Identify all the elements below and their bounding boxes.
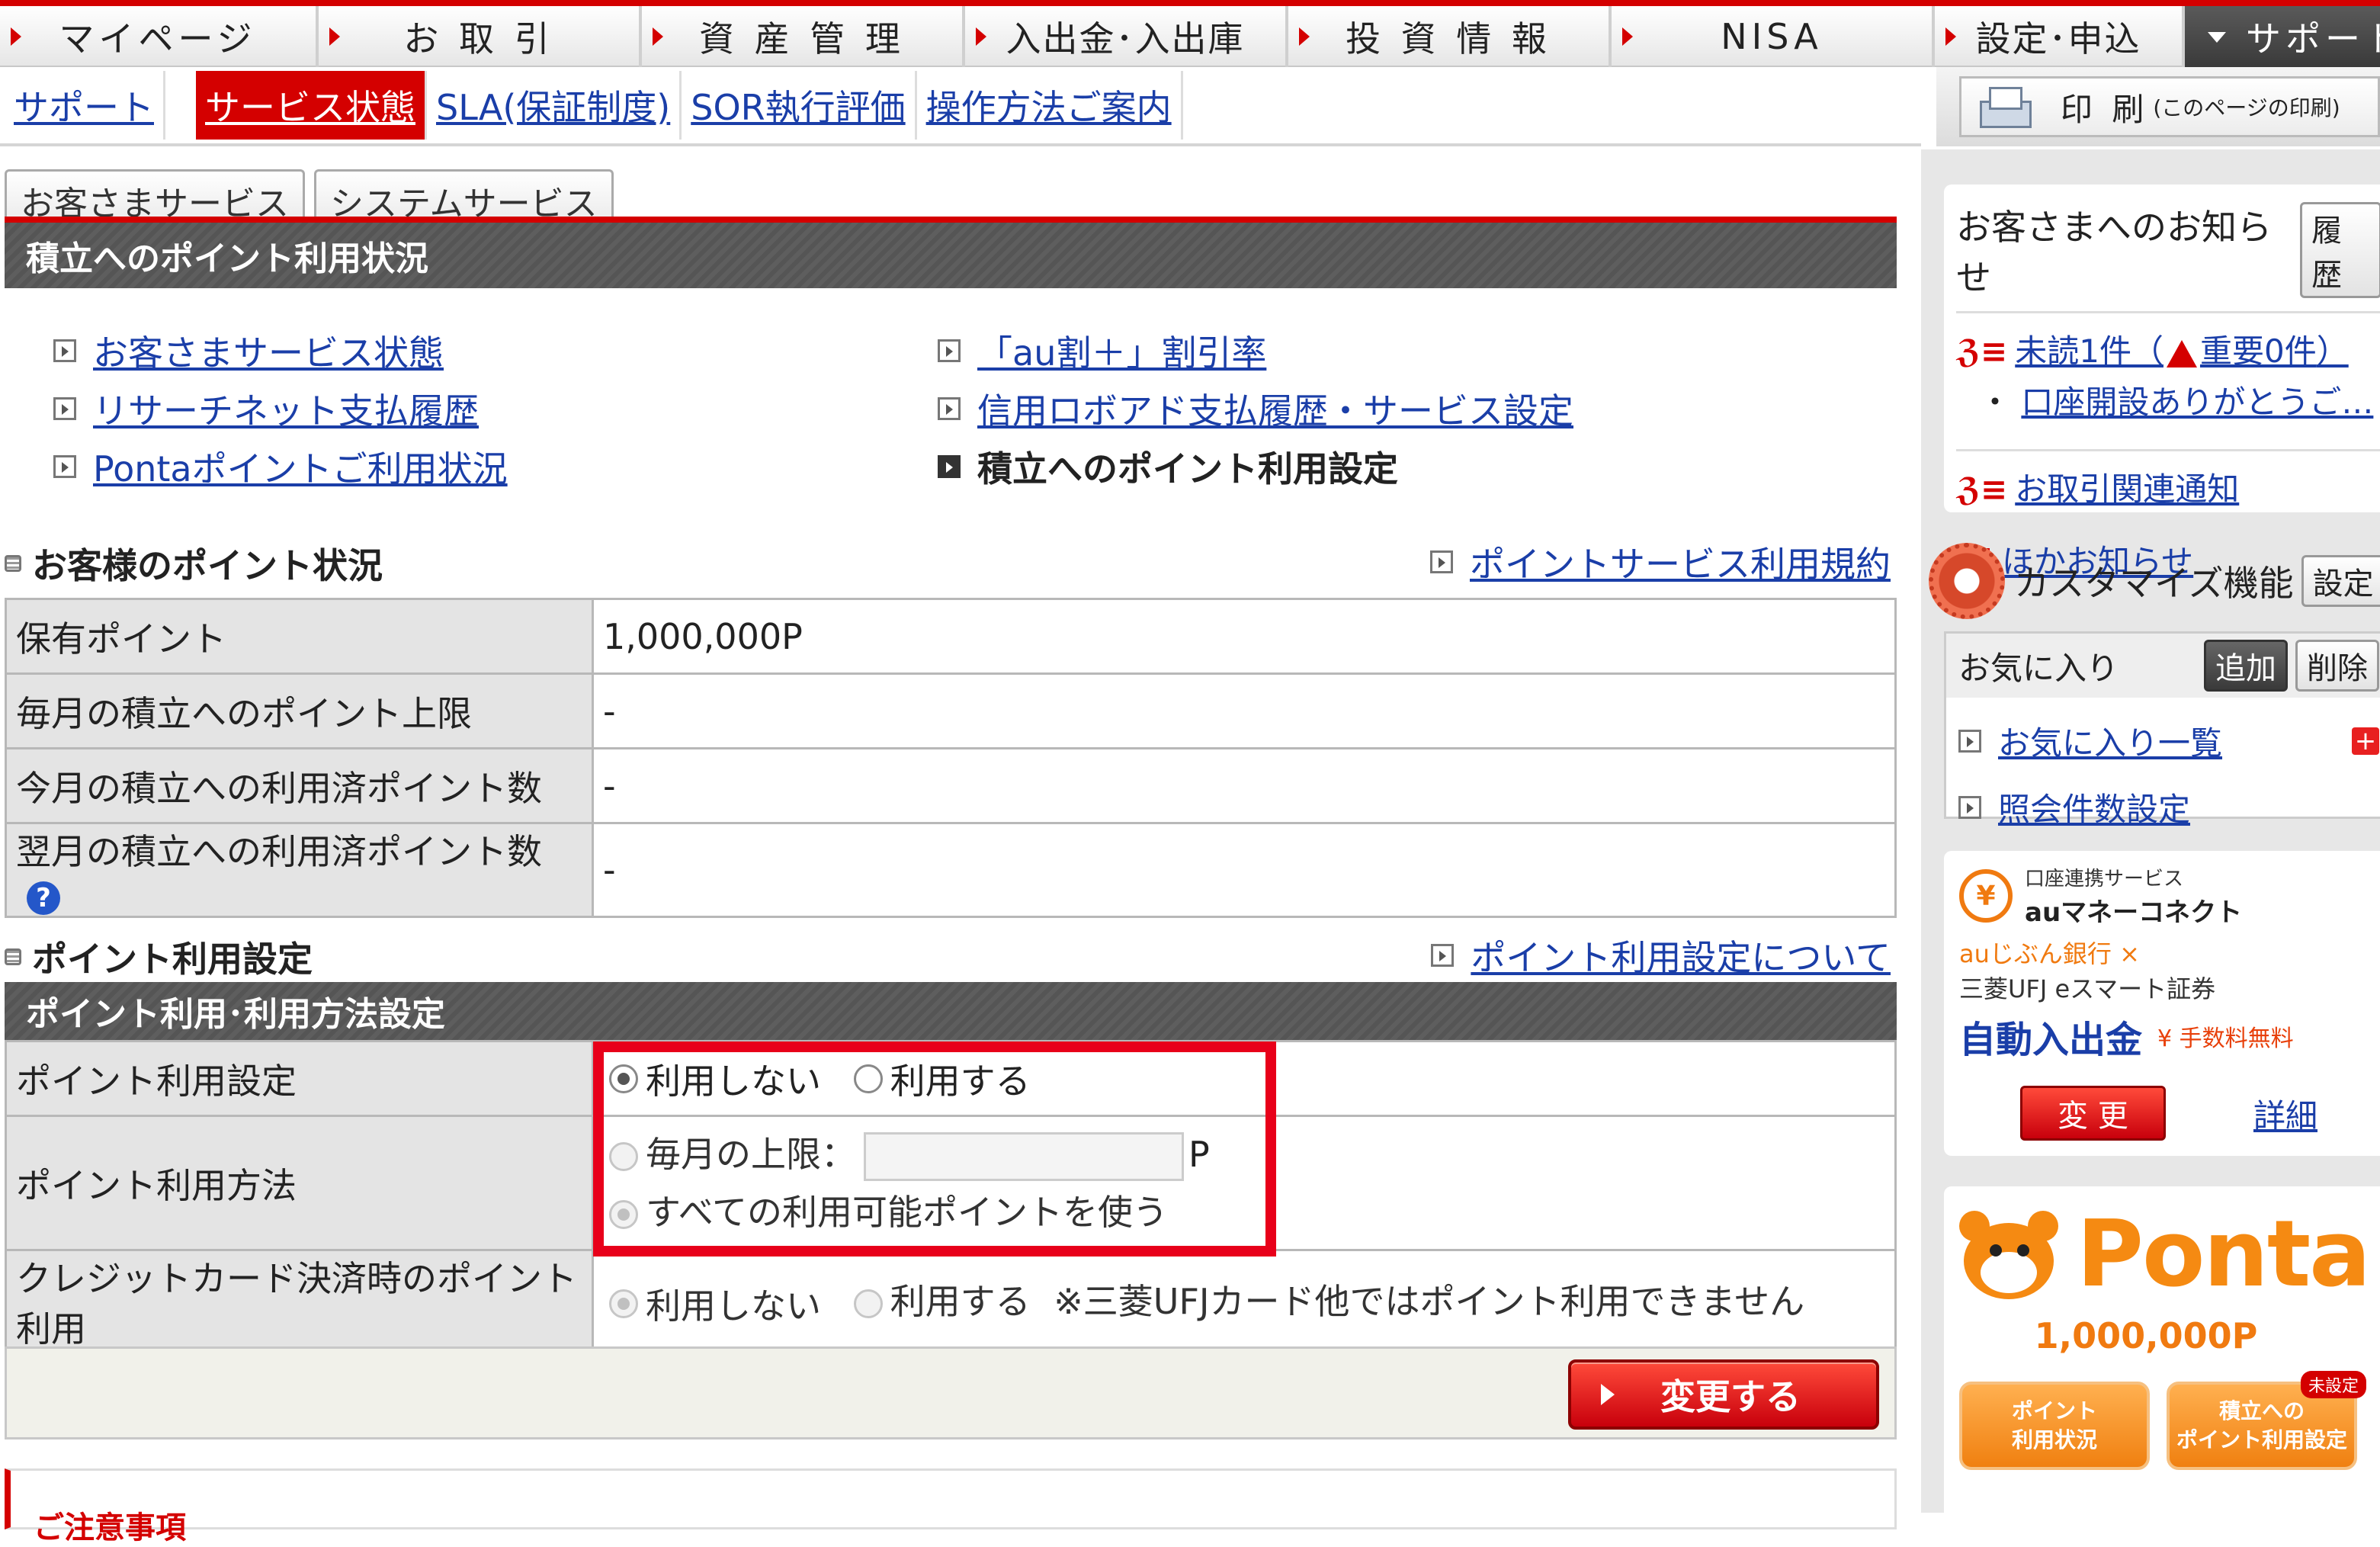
link-customer-service-status[interactable]: お客さまサービス状態 bbox=[53, 322, 508, 380]
table-row: 毎月の積立へのポイント上限 - bbox=[5, 672, 1897, 749]
subnav-support[interactable]: サポート bbox=[5, 71, 165, 140]
print-button[interactable]: 印 刷 (このページの印刷) bbox=[1959, 76, 2380, 137]
link-research-net-history[interactable]: リサーチネット支払履歴 bbox=[53, 380, 508, 438]
arrow-box-icon bbox=[938, 339, 961, 362]
nav-tab-nisa[interactable]: NISA bbox=[1612, 6, 1935, 67]
table-row: 翌月の積立への利用済ポイント数? - bbox=[5, 822, 1897, 918]
arrow-box-icon bbox=[1958, 795, 1981, 819]
highlight-box bbox=[593, 1041, 1276, 1257]
points-status-table: 保有ポイント 1,000,000P 毎月の積立へのポイント上限 - 今月の積立への利… bbox=[5, 598, 1897, 918]
history-button[interactable]: 履歴 bbox=[2300, 202, 2380, 298]
page-title: 積立へのポイント利用状況 bbox=[5, 223, 1897, 288]
chevron-down-icon bbox=[2208, 32, 2226, 43]
printer-icon bbox=[1977, 85, 2032, 128]
warning-icon bbox=[2166, 339, 2197, 367]
notice-card: お客さまへのお知らせ 履歴 ℨ≡ 未読1件（ 重要0件） ・ 口座開設ありがとうご… … bbox=[1944, 185, 2380, 580]
arrow-box-icon bbox=[53, 339, 76, 362]
info-icon: ℨ≡ bbox=[1956, 470, 2008, 508]
submit-row: 変更する bbox=[5, 1346, 1897, 1439]
nav-tab-settings[interactable]: 設定･申込 bbox=[1935, 6, 2185, 67]
divider bbox=[5, 217, 1897, 223]
customize-setting-button[interactable]: 設定 bbox=[2301, 555, 2380, 607]
ponta-points: 1,000,000P bbox=[2034, 1315, 2258, 1356]
info-icon: ℨ≡ bbox=[1956, 332, 2008, 370]
arrow-icon bbox=[653, 27, 663, 46]
arrow-box-icon bbox=[1431, 944, 1455, 967]
about-setting-link[interactable]: ポイント利用設定について bbox=[1431, 930, 1891, 981]
link-ponta-usage[interactable]: Pontaポイントご利用状況 bbox=[53, 438, 508, 496]
related-links-left: お客さまサービス状態 リサーチネット支払履歴 Pontaポイントご利用状況 bbox=[53, 322, 508, 496]
nav-tab-support[interactable]: サポート bbox=[2185, 6, 2380, 67]
arrow-box-icon bbox=[53, 397, 76, 420]
nav-tab-mypage[interactable]: マイページ bbox=[0, 6, 319, 67]
arrow-icon bbox=[1299, 27, 1310, 46]
arrow-icon bbox=[1945, 27, 1956, 46]
au-money-connect-card: ¥ 口座連携サービス auマネーコネクト auじぶん銀行 × 三菱UFJ eスマ… bbox=[1944, 851, 2380, 1156]
link-point-setting-current: 積立へのポイント利用設定 bbox=[938, 438, 1573, 496]
subnav-sor[interactable]: SOR執行評価 bbox=[682, 71, 917, 140]
bullet-icon bbox=[5, 948, 21, 965]
arrow-box-icon bbox=[938, 455, 961, 478]
fee-badge: ¥ 手数料無料 bbox=[2157, 1025, 2294, 1052]
related-links-right: 「au割＋」割引率 信用ロボアド支払履歴・サービス設定 積立へのポイント利用設定 bbox=[938, 322, 1573, 496]
point-setting-heading: ポイント利用設定 bbox=[5, 932, 313, 982]
trade-notice-link[interactable]: ℨ≡ お取引関連通知 bbox=[1956, 449, 2380, 510]
ponta-mascot-icon bbox=[1959, 1209, 2058, 1301]
notice-box: ご注意事項 bbox=[5, 1468, 1897, 1545]
latest-notice-link[interactable]: ・ 口座開設ありがとうご… bbox=[1979, 377, 2380, 423]
arrow-icon bbox=[976, 27, 986, 46]
change-button[interactable]: 変 更 bbox=[2020, 1086, 2166, 1141]
subnav-guide[interactable]: 操作方法ご案内 bbox=[917, 71, 1183, 140]
terms-link[interactable]: ポイントサービス利用規約 bbox=[1430, 537, 1891, 587]
unread-link[interactable]: ℨ≡ 未読1件（ 重要0件） bbox=[1956, 326, 2380, 372]
points-status-heading: お客様のポイント状況 bbox=[5, 538, 383, 589]
unset-badge: 未設定 bbox=[2301, 1371, 2367, 1398]
subnav-sla[interactable]: SLA(保証制度) bbox=[427, 71, 682, 140]
sub-nav: サポート サービス状態 SLA(保証制度) SOR執行評価 操作方法ご案内 bbox=[0, 67, 1921, 146]
link-robo-advisor[interactable]: 信用ロボアド支払履歴・サービス設定 bbox=[938, 380, 1573, 438]
nav-tab-deposit[interactable]: 入出金･入出庫 bbox=[965, 6, 1288, 67]
nav-tab-trade[interactable]: お 取 引 bbox=[319, 6, 642, 67]
print-bar: 印 刷 (このページの印刷) bbox=[1936, 67, 2380, 146]
delete-favorite-button[interactable]: 削除 bbox=[2295, 640, 2379, 692]
table-row: クレジットカード決済時のポイント利用 利用しない 利用する ※三菱UFJカード他… bbox=[5, 1249, 1897, 1354]
gear-icon bbox=[1929, 543, 2005, 619]
ponta-usage-button[interactable]: ポイント 利用状況 bbox=[1959, 1382, 2150, 1470]
settings-bar: ポイント利用･利用方法設定 bbox=[5, 982, 1897, 1040]
ponta-card: Ponta 1,000,000P ポイント 利用状況 積立への ポイント利用設定 未… bbox=[1944, 1186, 2380, 1522]
arrow-icon bbox=[329, 27, 340, 46]
submit-button[interactable]: 変更する bbox=[1568, 1359, 1879, 1430]
ponta-logo: Ponta bbox=[2077, 1202, 2371, 1308]
bullet-icon bbox=[5, 555, 21, 572]
arrow-box-icon bbox=[53, 455, 76, 478]
arrow-icon bbox=[11, 27, 21, 46]
table-row: 今月の積立への利用済ポイント数 - bbox=[5, 747, 1897, 824]
play-icon bbox=[1601, 1384, 1615, 1405]
count-setting-link[interactable]: 照会件数設定 bbox=[1958, 784, 2379, 830]
plus-icon[interactable]: + bbox=[2352, 726, 2379, 756]
right-sidebar: お客さまへのお知らせ 履歴 ℨ≡ 未読1件（ 重要0件） ・ 口座開設ありがとうご… … bbox=[1921, 149, 2380, 1522]
nav-tab-assets[interactable]: 資 産 管 理 bbox=[642, 6, 965, 67]
yen-cycle-icon: ¥ bbox=[1959, 869, 2013, 923]
detail-link[interactable]: 詳細 bbox=[2253, 1090, 2317, 1137]
help-icon[interactable]: ? bbox=[27, 881, 60, 915]
add-favorite-button[interactable]: 追加 bbox=[2204, 640, 2288, 692]
favorite-list-link[interactable]: お気に入り一覧 + bbox=[1958, 717, 2379, 764]
nav-tab-investment-info[interactable]: 投 資 情 報 bbox=[1288, 6, 1612, 67]
global-nav: マイページ お 取 引 資 産 管 理 入出金･入出庫 投 資 情 報 NISA… bbox=[0, 0, 2380, 67]
radio-card-not-use[interactable] bbox=[609, 1289, 638, 1319]
radio-card-use[interactable] bbox=[853, 1289, 883, 1319]
arrow-box-icon bbox=[938, 397, 961, 420]
link-au-discount[interactable]: 「au割＋」割引率 bbox=[938, 322, 1573, 380]
arrow-box-icon bbox=[1430, 550, 1453, 573]
table-row: 保有ポイント 1,000,000P bbox=[5, 598, 1897, 675]
arrow-icon bbox=[1622, 27, 1633, 46]
subnav-service-status[interactable]: サービス状態 bbox=[196, 71, 427, 140]
arrow-box-icon bbox=[1958, 729, 1981, 753]
